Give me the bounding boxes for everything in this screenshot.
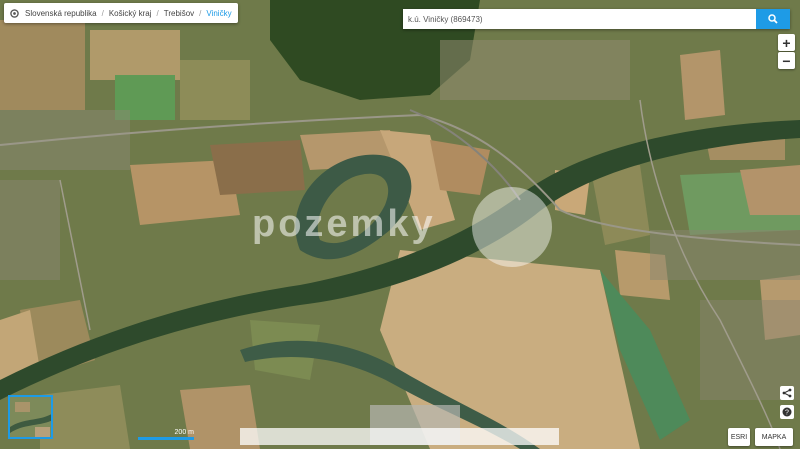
search-button[interactable] [756,9,790,29]
breadcrumb-district[interactable]: Trebišov [164,9,194,18]
search-bar [403,9,790,29]
scale-bar: 200 m [138,429,194,440]
zoom-in-button[interactable]: + [778,34,795,51]
share-button[interactable] [780,386,794,400]
home-icon[interactable] [10,8,19,18]
breadcrumb: Slovenská republika / Košický kraj / Tre… [4,3,238,23]
minimap-image [10,397,51,437]
help-icon: ? [782,407,792,417]
breadcrumb-current[interactable]: Viničky [206,9,231,18]
svg-text:?: ? [785,410,789,417]
attribution-bar [240,428,559,445]
breadcrumb-region[interactable]: Košický kraj [109,9,152,18]
scale-label: 200 m [174,429,194,436]
layer-mapka-button[interactable]: MAPKA [755,428,793,446]
share-icon [782,388,792,398]
watermark-text: pozemky [252,203,436,245]
layer-esri-button[interactable]: ESRI [728,428,750,446]
overview-minimap[interactable] [8,395,53,439]
breadcrumb-country[interactable]: Slovenská republika [25,9,97,18]
zoom-out-button[interactable]: − [778,52,795,69]
search-input[interactable] [403,9,756,29]
search-icon [768,14,778,24]
help-button[interactable]: ? [780,405,794,419]
watermark-logo [472,187,552,267]
